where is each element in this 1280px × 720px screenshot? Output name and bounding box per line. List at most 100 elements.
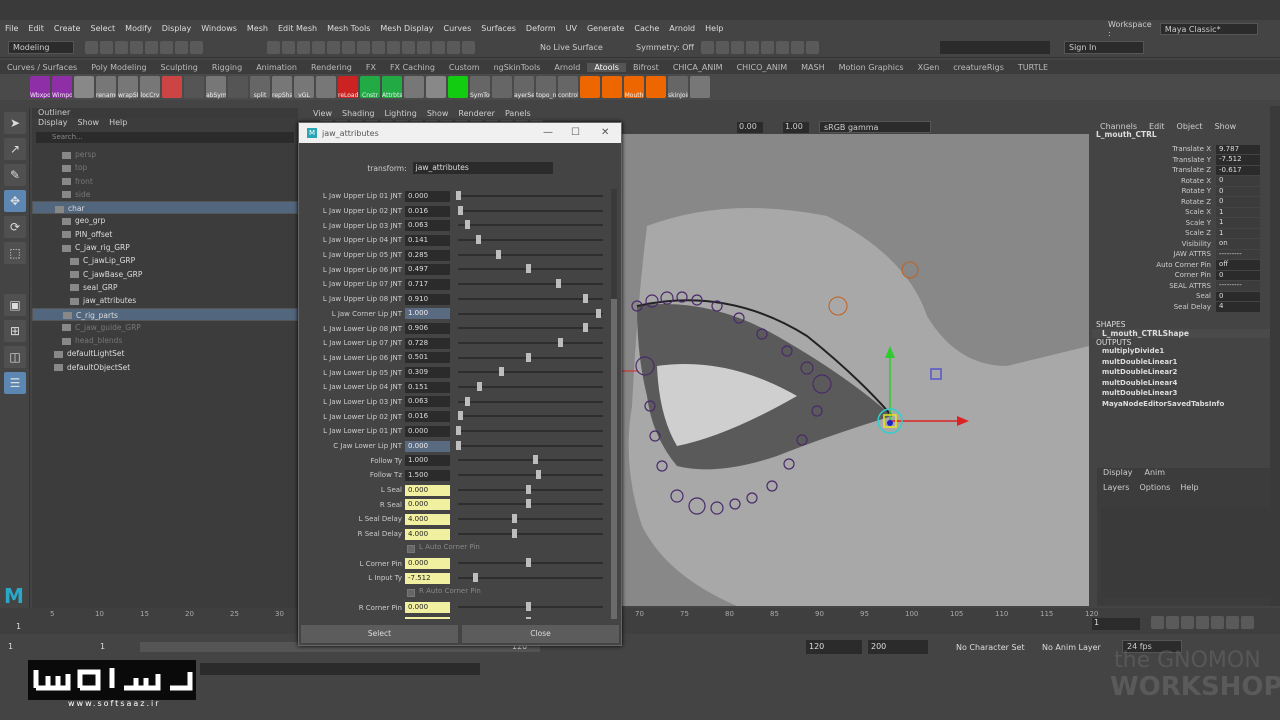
outliner-item[interactable]: defaultLightSet [32, 347, 298, 360]
slider-handle[interactable] [526, 616, 531, 619]
slider-handle[interactable] [526, 352, 532, 362]
workspace-dropdown[interactable]: Maya Classic* [1159, 22, 1258, 35]
colorspace-dropdown[interactable]: sRGB gamma [819, 121, 931, 133]
snap-pivot-icon[interactable] [342, 41, 355, 54]
output-node[interactable]: multiplyDivide1 [1092, 347, 1270, 358]
slider-handle[interactable] [526, 484, 531, 494]
select-hierarchy-icon[interactable] [160, 41, 173, 54]
anim-layer[interactable]: No Anim Layer [1042, 643, 1101, 652]
channel-value[interactable]: 0 [1216, 291, 1260, 301]
shape-name[interactable]: L_mouth_CTRLShape [1092, 329, 1270, 338]
input-icon[interactable] [372, 41, 385, 54]
menu-surfaces[interactable]: Surfaces [476, 24, 521, 33]
slider-track[interactable] [458, 371, 603, 374]
command-search-field[interactable] [940, 41, 1050, 54]
shelf-tab[interactable]: Animation [249, 63, 304, 72]
slider-track[interactable] [458, 253, 603, 256]
shelf-tool-icon[interactable] [492, 76, 512, 98]
slider-track[interactable] [458, 474, 603, 477]
menu-windows[interactable]: Windows [196, 24, 242, 33]
attribute-field[interactable]: 0.000 [405, 499, 450, 511]
attribute-field[interactable]: 0.063 [405, 396, 450, 408]
channel-row[interactable]: Scale Y 1 [1092, 218, 1270, 229]
slider-track[interactable] [458, 430, 603, 432]
minimize-icon[interactable]: — [543, 127, 553, 138]
shelf-tool-icon[interactable]: ayerSe [514, 76, 534, 99]
attribute-field[interactable]: 0.497 [405, 264, 450, 276]
shelf-tool-icon[interactable]: Wimport [52, 76, 72, 99]
save-scene-icon[interactable] [115, 41, 128, 54]
outliner-item[interactable]: top [32, 161, 298, 174]
slider-handle[interactable] [456, 440, 461, 450]
outliner-item[interactable]: char [32, 201, 298, 215]
output-node[interactable]: multDoubleLinear1 [1092, 358, 1270, 369]
channel-row[interactable]: Translate Y -7.512 [1092, 155, 1270, 166]
redo-icon[interactable] [145, 41, 158, 54]
menu-mesh-display[interactable]: Mesh Display [375, 24, 438, 33]
shelf-tool-icon[interactable]: skinJoin [668, 76, 688, 99]
attribute-field[interactable]: 0.000 [405, 484, 450, 496]
shelf-tool-icon[interactable] [602, 76, 622, 98]
slider-handle[interactable] [582, 323, 588, 333]
attribute-field[interactable]: 0.501 [405, 352, 450, 364]
light-editor-icon[interactable] [776, 41, 789, 54]
snap-point-icon[interactable] [297, 41, 310, 54]
slider-handle[interactable] [475, 235, 481, 245]
select-tool-icon[interactable]: ➤ [4, 112, 26, 134]
slider-handle[interactable] [596, 308, 601, 318]
shelf-tab[interactable]: Sculpting [154, 63, 205, 72]
slider-handle[interactable] [456, 191, 461, 200]
channel-row[interactable]: Seal 0 [1092, 291, 1270, 302]
time-slider[interactable]: 5101520253035404550556065707580859095100… [0, 608, 1280, 634]
attribute-field[interactable]: 4.000 [405, 528, 450, 540]
shelf-tab[interactable]: XGen [911, 63, 947, 72]
viewport-menu-item[interactable]: Show [427, 109, 449, 118]
slider-track[interactable] [458, 444, 603, 447]
outliner-layout-icon[interactable]: ☰ [4, 372, 26, 394]
slider-handle[interactable] [556, 279, 562, 289]
attribute-field[interactable]: 0.000 [405, 558, 450, 570]
channel-value[interactable]: 0 [1216, 186, 1260, 196]
layer-menu-item[interactable]: Help [1180, 483, 1198, 492]
layer-tab[interactable]: Display [1103, 468, 1133, 480]
outliner-item[interactable]: persp [32, 148, 298, 161]
snap-surface-icon[interactable] [327, 41, 340, 54]
shelf-tab[interactable]: Poly Modeling [84, 63, 153, 72]
shelf-tool-icon[interactable]: SymToc [470, 76, 490, 99]
slider-handle[interactable] [526, 558, 531, 568]
shelf-tab[interactable]: MASH [794, 63, 831, 72]
shelf-tool-icon[interactable]: wrapSK [118, 76, 138, 99]
construction-icon[interactable] [402, 41, 415, 54]
layer-tab[interactable]: Anim [1145, 468, 1166, 480]
menu-cache[interactable]: Cache [629, 24, 664, 33]
menu-mesh[interactable]: Mesh [242, 24, 273, 33]
slider-track[interactable] [458, 341, 603, 344]
menu-edit-mesh[interactable]: Edit Mesh [273, 24, 322, 33]
toggle-ui-icon[interactable] [806, 41, 819, 54]
attribute-field[interactable]: 0.000 [405, 616, 450, 619]
outliner-item[interactable]: C_jawBase_GRP [32, 268, 298, 281]
step-back-key-icon[interactable] [1166, 616, 1179, 629]
attribute-field[interactable]: 1.500 [405, 469, 450, 481]
attribute-field[interactable]: 0.000 [405, 440, 450, 452]
checkbox[interactable] [407, 588, 415, 597]
outliner-item[interactable]: C_rig_parts [32, 307, 298, 321]
attribute-field[interactable]: 0.309 [405, 367, 450, 379]
slider-handle[interactable] [525, 264, 531, 274]
scale-tool-icon[interactable]: ⬚ [4, 242, 26, 264]
step-back-icon[interactable] [1181, 616, 1194, 629]
slider-handle[interactable] [458, 411, 464, 421]
shelf-tool-icon[interactable]: split [250, 76, 270, 99]
slider-track[interactable] [458, 312, 603, 315]
menu-display[interactable]: Display [157, 24, 197, 33]
outliner-item[interactable]: side [32, 188, 298, 201]
channel-value[interactable]: -7.512 [1216, 155, 1260, 165]
slider-handle[interactable] [464, 220, 470, 230]
menu-generate[interactable]: Generate [582, 24, 629, 33]
channel-value[interactable]: 1 [1216, 228, 1260, 238]
output-node[interactable]: multDoubleLinear3 [1092, 389, 1270, 400]
layer-menu-item[interactable]: Options [1139, 483, 1170, 492]
channel-value[interactable]: -0.617 [1216, 165, 1260, 175]
gamma-field[interactable]: 1.00 [783, 122, 809, 133]
shelf-tab[interactable]: Rigging [205, 63, 249, 72]
